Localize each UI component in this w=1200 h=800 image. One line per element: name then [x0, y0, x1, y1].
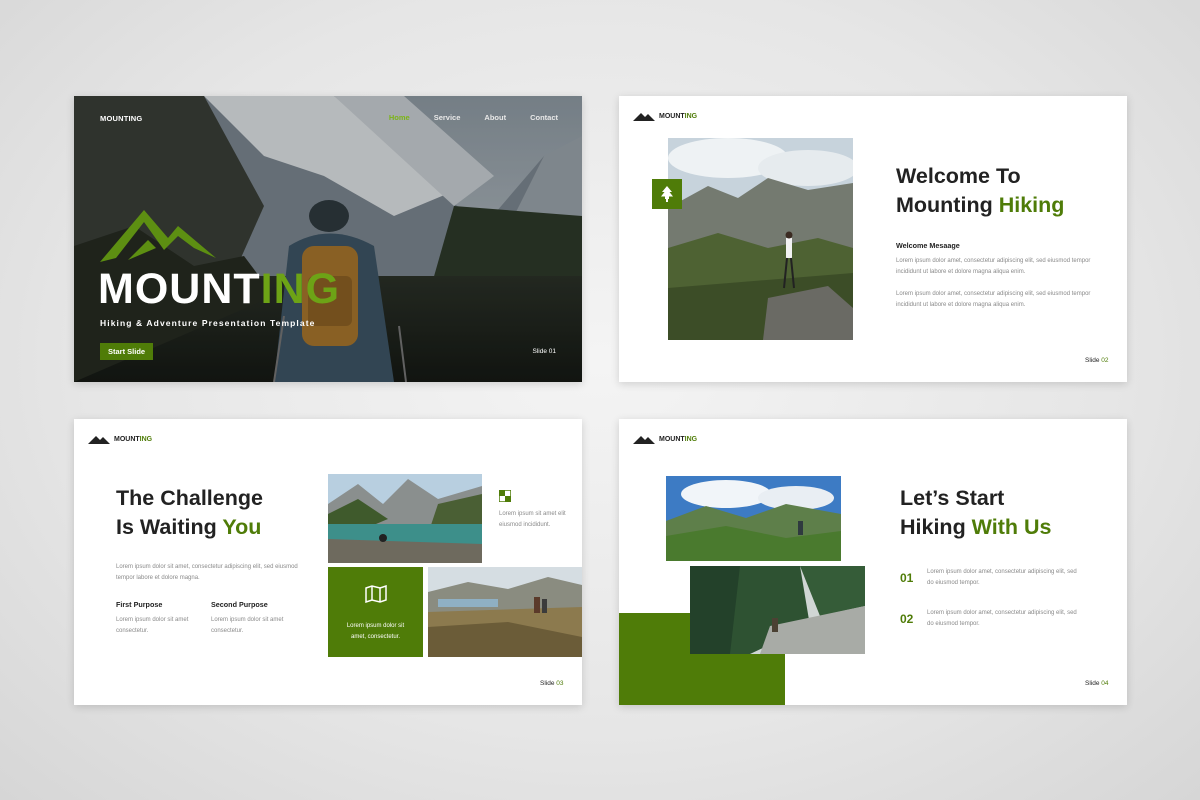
mountain-logo-icon [88, 436, 110, 444]
cover-subtitle: Hiking & Adventure Presentation Template [100, 318, 316, 328]
first-purpose-text: Lorem ipsum dolor sit amet consectetur. [116, 617, 189, 635]
slide-4-start-hiking: MOUNTING Let’s Start Hiking With Us 01 L… [619, 419, 1127, 705]
slide-word: Slide [1085, 357, 1102, 364]
slide-header-logo: MOUNTING [633, 435, 697, 444]
cover-title-white: MOUNT [98, 265, 261, 313]
hikers-trail-photo [428, 567, 582, 657]
start-slide-button[interactable]: Start Slide [100, 343, 154, 360]
welcome-paragraph-2: Lorem ipsum dolor amet, consectetur adip… [896, 291, 1091, 309]
second-purpose-text: Lorem ipsum dolor sit amet consectetur. [211, 617, 284, 635]
welcome-title-dark: Mounting [896, 193, 999, 218]
challenge-title-green: You [222, 515, 262, 540]
slide-header-logo: MOUNTING [88, 435, 152, 444]
checker-icon [499, 490, 511, 502]
brand-dark: MOUNT [114, 436, 140, 443]
tree-icon-box [652, 179, 682, 209]
slide-header-logo: MOUNTING [633, 112, 697, 121]
slide-word: Slide [1085, 680, 1102, 687]
forest-trail-hiker-photo [690, 566, 865, 654]
mountain-logo-icon [100, 210, 216, 262]
slide-word: Slide [540, 680, 557, 687]
tree-icon [661, 186, 673, 202]
slide-number-value: 04 [1101, 680, 1109, 687]
brand-dark: MOUNT [659, 113, 685, 120]
slide-2-welcome: MOUNTING Welcome To Mounting Hiking Welc… [619, 96, 1127, 382]
slide-number: Slide 02 [1085, 357, 1109, 364]
lake-mountains-photo [328, 474, 482, 563]
welcome-paragraph-1: Lorem ipsum dolor amet, consectetur adip… [896, 258, 1091, 276]
map-icon [365, 585, 387, 603]
map-feature-box: Lorem ipsum dolor sit amet, consectetur. [328, 567, 423, 657]
welcome-title-green: Hiking [998, 193, 1065, 218]
first-purpose-label: First Purpose [116, 600, 163, 609]
nav-service[interactable]: Service [434, 113, 461, 122]
brand-green: ING [684, 113, 698, 120]
map-feature-text: Lorem ipsum dolor sit amet, consectetur. [346, 623, 405, 640]
challenge-paragraph: Lorem ipsum dolor sit amet, consectetur … [116, 564, 298, 582]
slide-number-value: 03 [556, 680, 564, 687]
nav-home[interactable]: Home [389, 113, 410, 122]
item-1-number: 01 [900, 571, 914, 585]
welcome-title-line1: Welcome To [896, 164, 1021, 188]
start-hiking-title-green: With Us [971, 515, 1052, 540]
brand-green: ING [139, 436, 153, 443]
cover-title-green: ING [260, 265, 341, 313]
cover-title: MOUNTING [98, 268, 340, 311]
brand-green: ING [684, 436, 698, 443]
nav-menu: Home Service About Contact [389, 113, 558, 122]
nav-contact[interactable]: Contact [530, 113, 558, 122]
slide-number: Slide 03 [540, 680, 564, 687]
mountain-logo-icon [633, 436, 655, 444]
slide-number: Slide 04 [1085, 680, 1109, 687]
challenge-title-dark: Is Waiting [116, 515, 223, 540]
second-purpose-label: Second Purpose [211, 600, 268, 609]
brand-dark: MOUNT [659, 436, 685, 443]
hiker-on-rock-photo [668, 138, 853, 340]
green-valley-hiker-photo [666, 476, 841, 561]
slide-number-value: 02 [1101, 357, 1109, 364]
brand-name: MOUNTING [100, 114, 143, 123]
mountain-logo-icon [633, 113, 655, 121]
challenge-title-line1: The Challenge [116, 486, 263, 510]
nav-about[interactable]: About [484, 113, 506, 122]
slide-number: Slide 01 [532, 348, 557, 355]
slide-3-challenge: MOUNTING The Challenge Is Waiting You Lo… [74, 419, 582, 705]
welcome-title: Welcome To Mounting Hiking [896, 162, 1064, 220]
item-2-number: 02 [900, 612, 914, 626]
item-2-text: Lorem ipsum dolor amet, consectetur adip… [927, 610, 1077, 628]
start-hiking-title-line1: Let’s Start [900, 486, 1005, 510]
start-hiking-title-dark: Hiking [900, 515, 972, 540]
challenge-title: The Challenge Is Waiting You [116, 484, 263, 542]
welcome-label: Welcome Mesaage [896, 241, 960, 250]
side-feature-text: Lorem ipsum sit amet elit eiusmod incidi… [499, 511, 566, 529]
slide-1-cover: MOUNTING Home Service About Contact MOUN… [74, 96, 582, 382]
start-hiking-title: Let’s Start Hiking With Us [900, 484, 1052, 542]
item-1-text: Lorem ipsum dolor amet, consectetur adip… [927, 569, 1077, 587]
